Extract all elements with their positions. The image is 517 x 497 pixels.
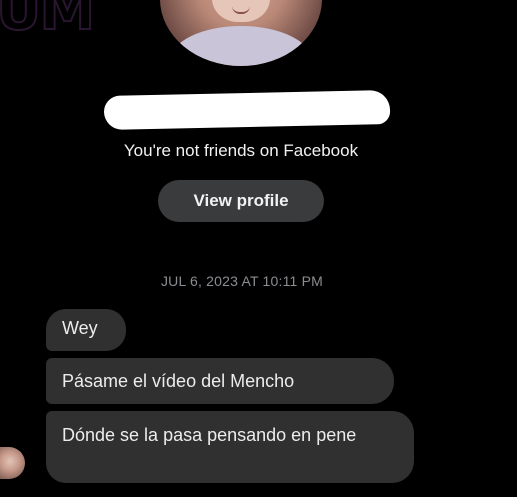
message-bubble[interactable]: Dónde se la pasa pensando en pene xyxy=(46,411,414,483)
view-profile-button[interactable]: View profile xyxy=(158,180,324,222)
not-friends-notice: You're not friends on Facebook xyxy=(123,141,359,160)
profile-avatar[interactable] xyxy=(160,0,322,66)
avatar-shirt xyxy=(170,26,312,66)
message-bubble[interactable]: Pásame el vídeo del Mencho xyxy=(46,358,394,404)
brand-logo: UM xyxy=(0,0,96,40)
message-timestamp: JUL 6, 2023 AT 10:11 PM xyxy=(160,273,324,289)
name-redaction xyxy=(103,90,391,130)
brand-logo-text: UM xyxy=(0,0,96,40)
message-bubble[interactable]: Wey xyxy=(46,309,126,351)
sender-avatar[interactable] xyxy=(0,447,25,479)
